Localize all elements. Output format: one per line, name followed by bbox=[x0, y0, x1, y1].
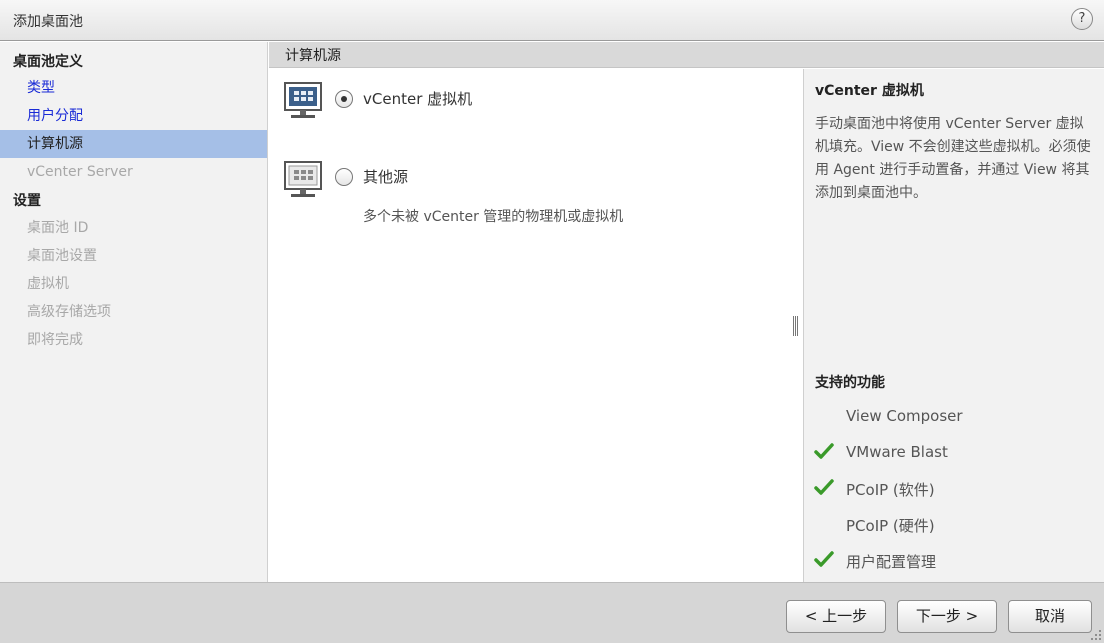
machine-source-panel: vCenter 虚拟机 其他源 多个未被 vCenter 管理的物理机或虚拟机 bbox=[269, 69, 803, 582]
nav-item-user-assignment[interactable]: 用户分配 bbox=[0, 102, 267, 130]
back-button[interactable]: < 上一步 bbox=[786, 600, 886, 633]
main-header: 计算机源 bbox=[269, 42, 1104, 68]
nav-item-vcenter-server: vCenter Server bbox=[27, 164, 133, 180]
nav-item-virtual-machines: 虚拟机 bbox=[27, 276, 69, 292]
resize-grip-icon[interactable] bbox=[1090, 629, 1102, 641]
feature-label: VMware Blast bbox=[846, 443, 948, 461]
check-icon bbox=[814, 443, 834, 459]
info-panel: vCenter 虚拟机 手动桌面池中将使用 vCenter Server 虚拟机… bbox=[803, 69, 1104, 582]
nav-item-type[interactable]: 类型 bbox=[0, 74, 267, 102]
nav-item-pool-id: 桌面池 ID bbox=[27, 220, 89, 236]
nav-item-pool-settings: 桌面池设置 bbox=[27, 248, 97, 264]
wizard-nav: 桌面池定义 类型 用户分配 计算机源 vCenter Server 设置 桌面池… bbox=[0, 42, 268, 582]
monitor-icon bbox=[284, 82, 322, 118]
vcenter-vm-label[interactable]: vCenter 虚拟机 bbox=[363, 88, 472, 109]
nav-item-machine-source[interactable]: 计算机源 bbox=[0, 130, 267, 158]
feature-label: 用户配置管理 bbox=[846, 553, 937, 571]
vcenter-vm-radio[interactable] bbox=[335, 90, 353, 108]
check-icon bbox=[814, 551, 834, 567]
feature-label: PCoIP (软件) bbox=[846, 481, 935, 499]
monitor-icon bbox=[284, 161, 322, 197]
cancel-button[interactable]: 取消 bbox=[1008, 600, 1092, 633]
main-title: 计算机源 bbox=[285, 48, 341, 64]
nav-item-ready-to-complete: 即将完成 bbox=[27, 332, 83, 348]
other-source-label[interactable]: 其他源 bbox=[363, 166, 408, 187]
panel-splitter[interactable] bbox=[793, 316, 799, 336]
feature-item: VMware Blast bbox=[804, 441, 1104, 465]
next-button[interactable]: 下一步 > bbox=[897, 600, 997, 633]
nav-section-settings: 设置 bbox=[13, 193, 41, 209]
window-titlebar: 添加桌面池 ? bbox=[0, 0, 1104, 41]
feature-label: View Composer bbox=[846, 407, 963, 425]
window-title: 添加桌面池 bbox=[13, 14, 83, 30]
nav-section-definition: 桌面池定义 bbox=[13, 54, 83, 70]
info-description: 手动桌面池中将使用 vCenter Server 虚拟机填充。View 不会创建… bbox=[815, 116, 1091, 201]
other-source-radio[interactable] bbox=[335, 168, 353, 186]
other-source-description: 多个未被 vCenter 管理的物理机或虚拟机 bbox=[363, 209, 624, 225]
help-button[interactable]: ? bbox=[1071, 8, 1093, 30]
nav-item-advanced-storage: 高级存储选项 bbox=[27, 304, 111, 320]
feature-item: View Composer bbox=[804, 405, 1104, 429]
feature-label: PCoIP (硬件) bbox=[846, 517, 935, 535]
feature-item: 用户配置管理 bbox=[804, 549, 1104, 573]
features-title: 支持的功能 bbox=[815, 375, 885, 391]
info-title: vCenter 虚拟机 bbox=[815, 83, 924, 99]
feature-item: PCoIP (硬件) bbox=[804, 513, 1104, 537]
wizard-footer: < 上一步 下一步 > 取消 bbox=[0, 582, 1104, 643]
feature-item: PCoIP (软件) bbox=[804, 477, 1104, 501]
radio-selected-dot bbox=[341, 96, 347, 102]
check-icon bbox=[814, 479, 834, 495]
